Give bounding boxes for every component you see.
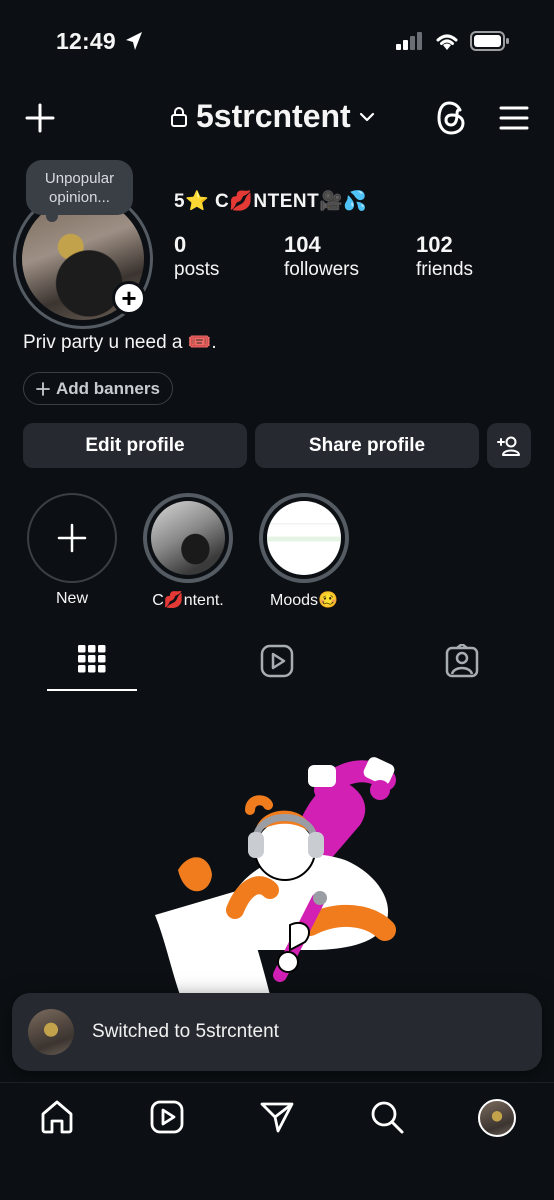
wifi-icon bbox=[436, 34, 458, 50]
toast-message: Switched to 5strcntent bbox=[92, 1021, 279, 1042]
highlight-cover bbox=[259, 493, 349, 583]
friends-count[interactable]: 102 friends bbox=[416, 232, 473, 282]
plus-icon bbox=[36, 381, 50, 396]
chevron-down-icon bbox=[359, 112, 374, 121]
highlight-cover-image bbox=[151, 501, 225, 575]
discover-people-button[interactable] bbox=[487, 423, 531, 468]
friends-label: friends bbox=[416, 259, 474, 280]
posts-label: posts bbox=[174, 259, 220, 280]
plus-icon bbox=[57, 523, 87, 553]
followers-value: 104 bbox=[284, 232, 321, 257]
note-bubble[interactable]: Unpopular opinion... bbox=[26, 160, 133, 222]
username-title: 5strcntent bbox=[196, 98, 351, 134]
friends-value: 102 bbox=[416, 232, 453, 257]
profile-avatar-tab[interactable] bbox=[478, 1099, 516, 1137]
create-plus-icon[interactable] bbox=[24, 102, 56, 134]
status-time: 12:49 bbox=[56, 28, 116, 54]
home-icon[interactable] bbox=[39, 1099, 75, 1135]
account-switched-toast: Switched to 5strcntent bbox=[12, 993, 542, 1071]
battery-icon bbox=[470, 31, 509, 51]
toast-avatar bbox=[28, 1009, 74, 1055]
add-banners-button[interactable]: Add banners bbox=[23, 372, 173, 405]
highlight-label: C💋ntent. bbox=[152, 592, 224, 609]
edit-profile-button[interactable]: Edit profile bbox=[23, 423, 247, 468]
highlight-cover-image bbox=[267, 501, 341, 575]
posts-value: 0 bbox=[174, 232, 187, 257]
posts-count[interactable]: 0 posts bbox=[174, 232, 219, 282]
highlight-cover bbox=[143, 493, 233, 583]
reels-tab-icon[interactable] bbox=[260, 644, 294, 678]
send-icon[interactable] bbox=[259, 1099, 295, 1135]
highlight-content[interactable]: C💋ntent. bbox=[143, 493, 233, 610]
bio-text: Priv party u need a 🎟️. bbox=[23, 332, 217, 353]
highlight-new[interactable]: New bbox=[27, 493, 117, 608]
add-banners-label: Add banners bbox=[56, 378, 160, 398]
highlight-label: Moods🥴 bbox=[270, 592, 338, 609]
threads-icon[interactable] bbox=[436, 100, 468, 136]
active-tab-indicator bbox=[47, 689, 137, 691]
grid-tab-icon[interactable] bbox=[78, 644, 106, 674]
display-name: 5⭐ C💋NTENT🎥💦 bbox=[174, 191, 368, 212]
tagged-tab-icon[interactable] bbox=[445, 644, 479, 678]
location-arrow-icon bbox=[126, 32, 142, 50]
followers-count[interactable]: 104 followers bbox=[284, 232, 359, 282]
empty-state-illustration bbox=[155, 757, 396, 995]
cellular-signal-icon bbox=[396, 32, 422, 50]
lock-icon bbox=[171, 106, 187, 127]
highlight-moods[interactable]: Moods🥴 bbox=[259, 493, 349, 610]
followers-label: followers bbox=[284, 259, 359, 280]
account-switcher[interactable]: 5strcntent bbox=[170, 98, 375, 135]
new-highlight-circle bbox=[27, 493, 117, 583]
bottom-nav bbox=[0, 1082, 554, 1200]
search-icon[interactable] bbox=[369, 1099, 405, 1135]
share-profile-button[interactable]: Share profile bbox=[255, 423, 479, 468]
highlight-label: New bbox=[55, 590, 88, 607]
add-person-icon bbox=[497, 436, 520, 456]
reels-icon[interactable] bbox=[149, 1099, 185, 1135]
menu-icon[interactable] bbox=[498, 104, 530, 132]
add-story-plus-icon[interactable]: + bbox=[112, 281, 146, 315]
